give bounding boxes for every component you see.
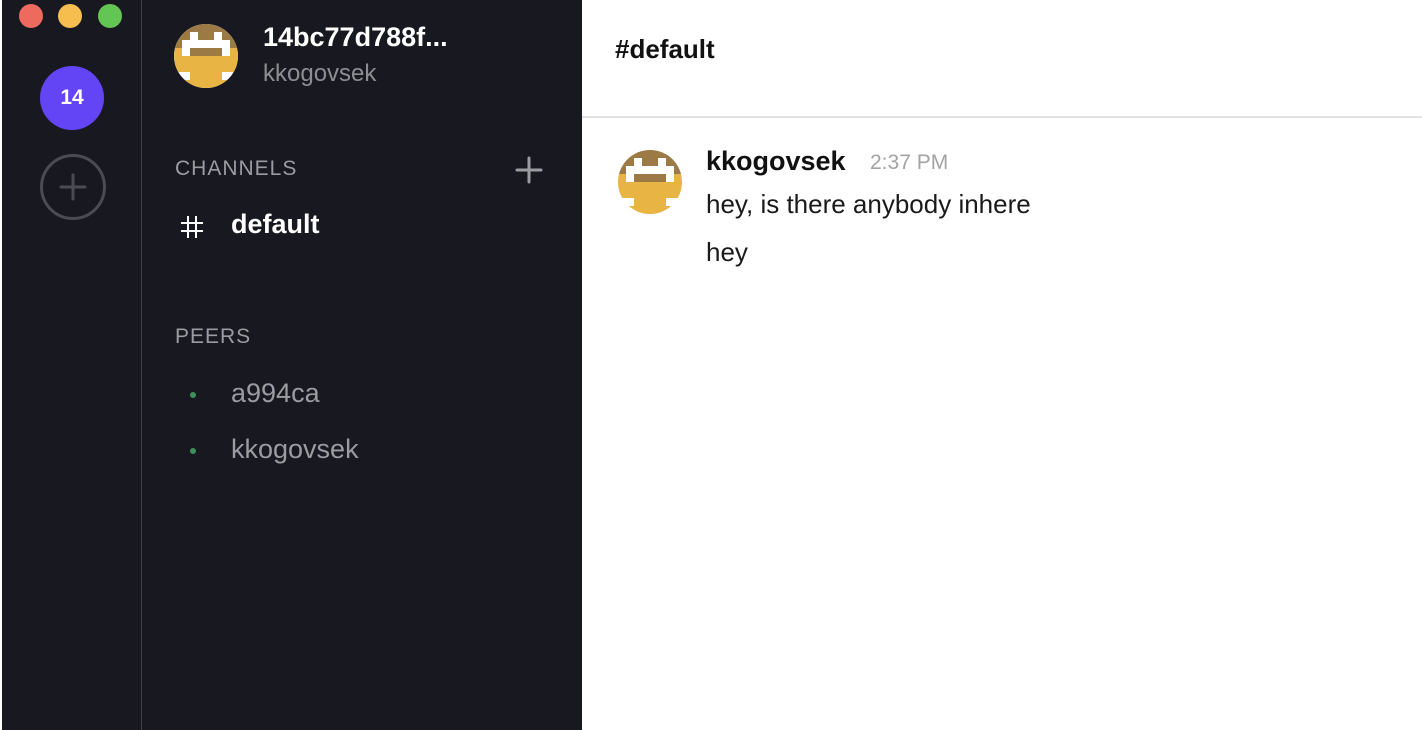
window-close-button[interactable] [19, 4, 43, 28]
pixel-avatar-icon [618, 150, 682, 214]
message-text: hey, is there anybody inhere [706, 189, 1031, 219]
profile-username: kkogovsek [263, 60, 377, 87]
workspace-rail: 14 [2, 0, 142, 730]
message-text: hey [706, 237, 748, 267]
app-window: 14 14bc77d788f... kkogovsek CHANNELS def… [0, 0, 1422, 730]
message-author[interactable]: kkogovsek [706, 146, 846, 177]
online-status-dot [190, 448, 196, 454]
peer-label: a994ca [231, 378, 320, 408]
channel-label: default [231, 209, 320, 239]
message-timestamp: 2:37 PM [870, 151, 949, 174]
message-avatar[interactable] [618, 150, 682, 214]
plus-circle-icon [59, 173, 87, 201]
profile-name: 14bc77d788f... [263, 22, 448, 52]
online-status-dot [190, 392, 196, 398]
peer-item[interactable]: kkogovsek [175, 430, 555, 470]
channels-header: CHANNELS [175, 157, 298, 180]
channel-title: #default [615, 34, 715, 64]
hash-icon [181, 216, 203, 238]
window-minimize-button[interactable] [58, 4, 82, 28]
peers-header: PEERS [175, 325, 252, 348]
peer-item[interactable]: a994ca [175, 374, 555, 414]
window-zoom-button[interactable] [98, 4, 122, 28]
channel-header: #default [582, 0, 1422, 118]
plus-icon [515, 156, 543, 184]
channel-item-default[interactable]: default [175, 207, 555, 247]
chat-area: #default kkogovsek 2:37 PM hey, is there… [582, 0, 1422, 730]
pixel-avatar-icon [174, 24, 238, 88]
add-channel-button[interactable] [515, 156, 543, 184]
channel-sidebar: 14bc77d788f... kkogovsek CHANNELS defaul… [142, 0, 582, 730]
profile-avatar[interactable] [174, 24, 238, 88]
add-workspace-button[interactable] [40, 154, 106, 220]
workspace-badge[interactable]: 14 [40, 66, 104, 130]
peer-label: kkogovsek [231, 434, 359, 464]
